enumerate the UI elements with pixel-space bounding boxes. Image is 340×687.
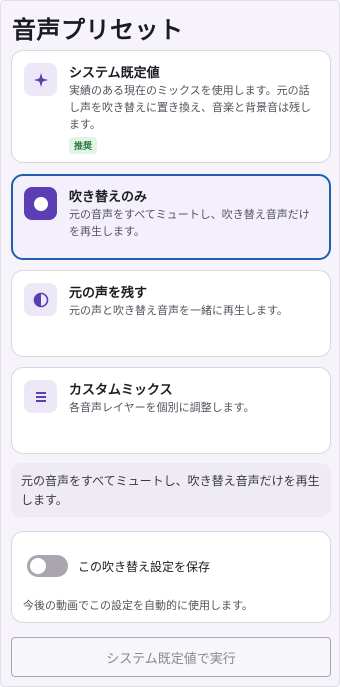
record-circle-icon [24,187,57,220]
preset-card-keep-original[interactable]: 元の声を残す 元の声と吹き替え音声を一緒に再生します。 [11,270,331,357]
preset-card-custom-mix[interactable]: カスタムミックス 各音声レイヤーを個別に調整します。 [11,367,331,454]
preset-description: 元の音声をすべてミュートし、吹き替え音声だけを再生します。 [69,208,310,238]
equalizer-icon [24,380,57,413]
toggle-knob [30,558,46,574]
preset-title: 元の声を残す [69,286,148,301]
preset-card-dub-only[interactable]: 吹き替えのみ 元の音声をすべてミュートし、吹き替え音声だけを再生します。 [11,174,331,260]
save-settings-toggle[interactable] [27,555,68,577]
preset-card-system-default[interactable]: システム既定値 実績のある現在のミックスを使用します。元の話し声を吹き替えに置き… [11,50,331,163]
page-title: 音声プリセット [12,16,184,44]
voice-preset-panel: 音声プリセット システム既定値 実績のある現在のミックスを使用します。元の話し声… [0,0,340,687]
run-button[interactable]: システム既定値で実行 [11,637,331,677]
save-settings-panel: この吹き替え設定を保存 今後の動画でこの設定を自動的に使用します。 [11,531,331,623]
sparkle-icon [24,63,57,96]
half-circle-icon [24,283,57,316]
selected-preset-summary: 元の音声をすべてミュートし、吹き替え音声だけを再生します。 [11,463,331,517]
recommended-badge: 推奨 [69,137,98,154]
preset-title: 吹き替えのみ [69,190,148,205]
save-settings-label[interactable]: この吹き替え設定を保存 [78,558,210,575]
preset-title: カスタムミックス [69,383,173,398]
preset-title: システム既定値 [69,66,160,81]
preset-description: 元の声と吹き替え音声を一緒に再生します。 [69,304,288,317]
save-settings-help: 今後の動画でこの設定を自動的に使用します。 [23,599,253,612]
preset-description: 実績のある現在のミックスを使用します。元の話し声を吹き替えに置き換え、音楽と背景… [69,84,311,131]
preset-description: 各音声レイヤーを個別に調整します。 [69,401,255,414]
